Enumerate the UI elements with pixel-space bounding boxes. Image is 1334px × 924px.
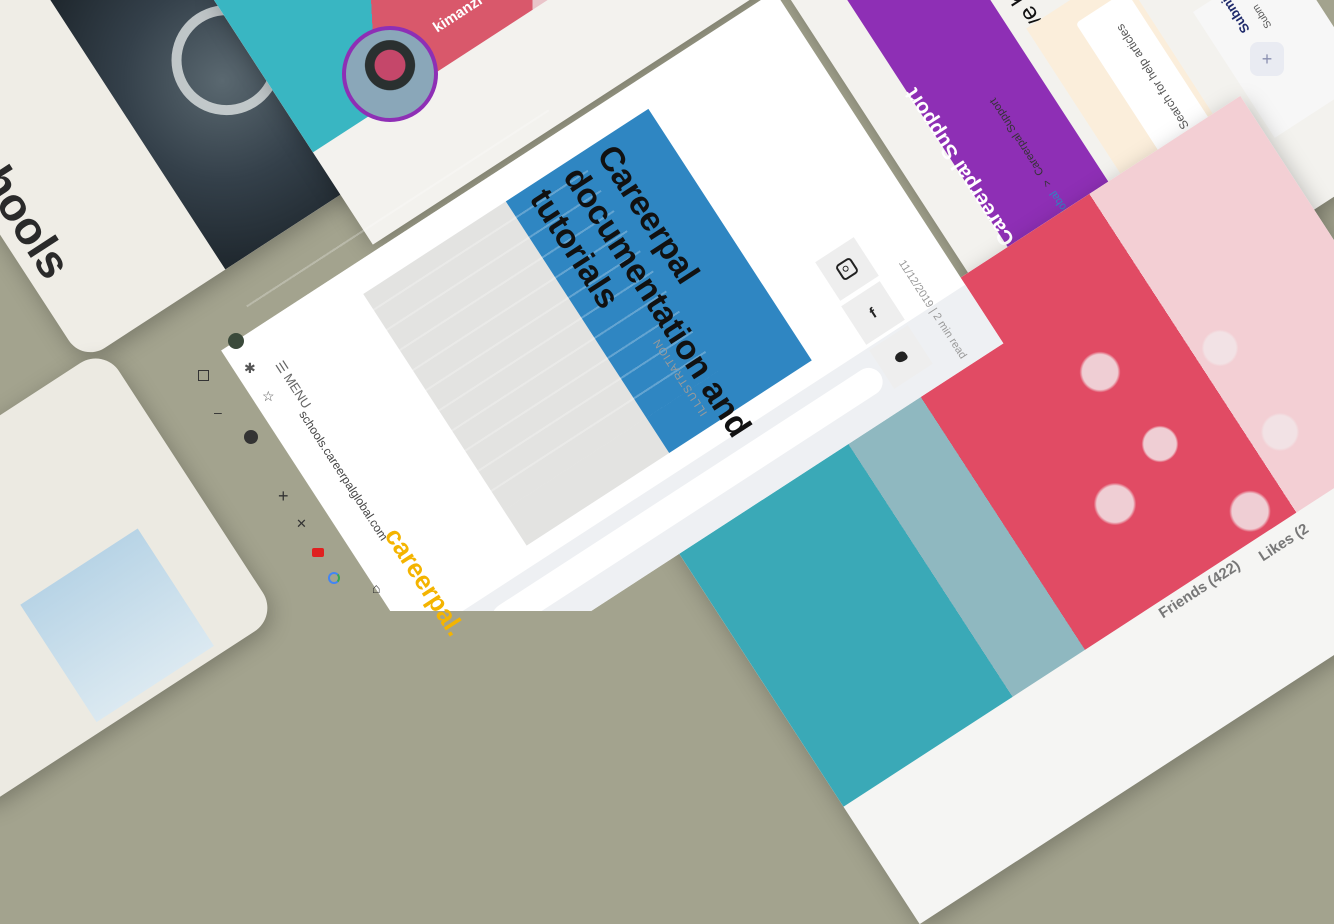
window-minimize-icon[interactable]: – (214, 404, 222, 420)
new-tab-plus-icon[interactable]: + (278, 486, 289, 507)
browser-avatar[interactable] (228, 333, 244, 349)
facebook-icon: f (866, 304, 880, 322)
home-icon[interactable]: ⌂ (372, 580, 380, 596)
twitter-icon (893, 349, 909, 365)
tab-close-icon[interactable]: ✕ (296, 516, 307, 532)
instagram-icon (834, 256, 860, 282)
extensions-icon[interactable]: ✱ (244, 360, 256, 377)
media-play-icon[interactable] (244, 430, 258, 444)
youtube-tab-icon[interactable] (312, 548, 324, 557)
bookmark-star-icon[interactable]: ☆ (262, 388, 275, 405)
google-tab-icon[interactable] (328, 572, 340, 584)
window-restore-icon[interactable] (198, 370, 209, 381)
